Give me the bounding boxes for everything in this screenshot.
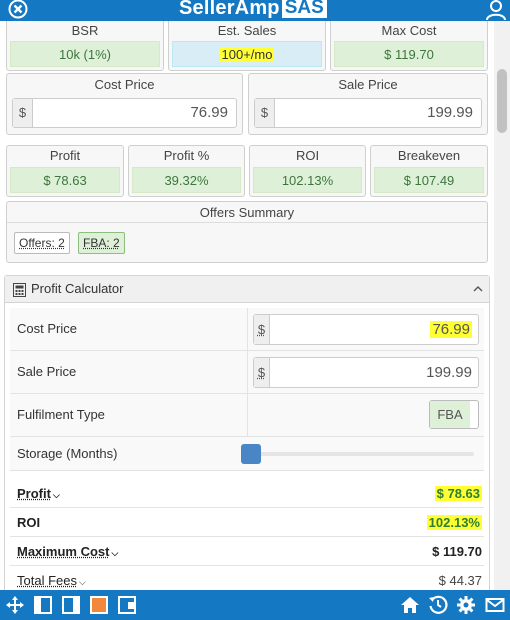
calc-cost-row: Cost Price $ 76.99 (10, 308, 484, 351)
brand-badge: SAS (281, 0, 327, 18)
sale-price-input[interactable]: $ 199.99 (254, 98, 482, 128)
result-profit-row[interactable]: Profit ⌵ $ 78.63 (10, 479, 484, 508)
fulfilment-toggle[interactable]: FBA (429, 400, 479, 429)
brand-logo: SellerAmp SAS (179, 0, 327, 20)
offers-summary: Offers Summary Offers: 2 FBA: 2 (6, 201, 488, 263)
result-roi-label: ROI (17, 515, 41, 530)
cost-price-input[interactable]: $ 76.99 (12, 98, 237, 128)
sale-price-card: Sale Price $ 199.99 (248, 73, 488, 135)
profit-label: Profit (49, 148, 81, 163)
calc-fulfilment-label: Fulfilment Type (17, 407, 105, 422)
bsr-value: 10k (1%) (10, 41, 160, 67)
close-icon[interactable] (6, 0, 30, 20)
content-area[interactable]: BSR 10k (1%) Est. Sales 100+/mo Max Cost… (0, 21, 494, 590)
profit-calculator-panel: Profit Calculator Cost Price $ 76.99 Sal… (4, 275, 490, 590)
result-max-cost-row[interactable]: Maximum Cost ⌵ $ 119.70 (10, 537, 484, 566)
panel-left-icon[interactable] (33, 595, 53, 615)
sale-price-value[interactable]: 199.99 (275, 99, 481, 127)
sale-price-label: Sale Price (338, 77, 398, 92)
result-max-cost-label[interactable]: Maximum Cost ⌵ (17, 537, 118, 568)
offers-summary-title: Offers Summary (7, 202, 487, 223)
calc-cost-input[interactable]: $ 76.99 (253, 314, 479, 345)
result-total-fees-label[interactable]: Total Fees ⌵ (17, 566, 86, 590)
profit-card: Profit $ 78.63 (6, 145, 124, 197)
fulfilment-value: FBA (430, 401, 470, 428)
calc-sale-row: Sale Price $ 199.99 (10, 351, 484, 394)
cost-price-card: Cost Price $ 76.99 (6, 73, 243, 135)
chevron-down-icon: ⌵ (52, 490, 60, 500)
result-profit-value: $ 78.63 (434, 486, 482, 501)
fba-count-button[interactable]: FBA: 2 (78, 232, 125, 254)
user-icon[interactable] (485, 0, 507, 20)
calc-sale-value[interactable]: 199.99 (270, 358, 478, 387)
mail-icon[interactable] (485, 595, 505, 615)
chevron-up-icon[interactable] (473, 284, 483, 294)
roi-label: ROI (295, 148, 320, 163)
settings-icon[interactable] (456, 595, 476, 615)
result-roi-value: 102.13% (426, 515, 482, 530)
currency-addon: $ (254, 315, 270, 344)
calc-sale-input[interactable]: $ 199.99 (253, 357, 479, 388)
profit-percent-label: Profit % (163, 148, 210, 163)
result-profit-label[interactable]: Profit ⌵ (17, 479, 60, 510)
profit-calculator-title: Profit Calculator (31, 281, 124, 296)
est-sales-label: Est. Sales (217, 23, 277, 38)
roi-value: 102.13% (253, 167, 362, 193)
storage-slider-track[interactable] (247, 452, 474, 456)
result-max-cost-value: $ 119.70 (432, 544, 482, 559)
panel-mini-icon[interactable] (117, 595, 137, 615)
max-cost-card: Max Cost $ 119.70 (330, 21, 488, 71)
bottom-toolbar (0, 590, 510, 620)
est-sales-card: Est. Sales 100+/mo (168, 21, 326, 71)
breakeven-value: $ 107.49 (374, 167, 484, 193)
profit-percent-card: Profit % 39.32% (128, 145, 245, 197)
profit-calculator-header[interactable]: Profit Calculator (5, 276, 489, 303)
calc-storage-label: Storage (Months) (17, 446, 118, 461)
result-total-fees-row[interactable]: Total Fees ⌵ $ 44.37 (10, 566, 484, 590)
storage-slider-handle[interactable] (241, 444, 261, 464)
offers-count-button[interactable]: Offers: 2 (14, 232, 70, 254)
offers-count-label: Offers: 2 (19, 236, 65, 250)
est-sales-value: 100+/mo (172, 41, 322, 67)
calculator-table: Cost Price $ 76.99 Sale Price $ 199.99 F… (10, 308, 484, 590)
profit-value: $ 78.63 (10, 167, 120, 193)
currency-addon: $ (13, 99, 33, 127)
max-cost-label: Max Cost (381, 23, 437, 38)
calc-storage-row: Storage (Months) (10, 437, 484, 471)
calc-cost-label: Cost Price (17, 321, 77, 336)
scrollbar-thumb[interactable] (497, 69, 507, 133)
fba-count-label: FBA: 2 (83, 236, 120, 250)
history-icon[interactable] (428, 595, 448, 615)
max-cost-value: $ 119.70 (334, 41, 484, 67)
app-header: SellerAmp SAS (0, 0, 510, 21)
breakeven-label: Breakeven (397, 148, 461, 163)
est-sales-text: 100+/mo (219, 47, 275, 62)
cost-price-label: Cost Price (94, 77, 155, 92)
bsr-label: BSR (71, 23, 99, 38)
calc-fulfilment-row: Fulfilment Type FBA (10, 394, 484, 437)
calculator-icon (13, 283, 26, 297)
panel-right-icon[interactable] (61, 595, 81, 615)
cost-price-value[interactable]: 76.99 (33, 99, 236, 127)
calc-cost-value[interactable]: 76.99 (270, 315, 478, 344)
home-icon[interactable] (400, 595, 420, 615)
chevron-down-icon: ⌵ (78, 577, 86, 587)
result-total-fees-value: $ 44.37 (438, 573, 482, 588)
chevron-down-icon: ⌵ (111, 548, 119, 558)
brand-name: SellerAmp (179, 0, 280, 19)
calc-cost-text: 76.99 (430, 321, 472, 338)
bsr-card: BSR 10k (1%) (6, 21, 164, 71)
profit-percent-value: 39.32% (132, 167, 241, 193)
breakeven-card: Breakeven $ 107.49 (370, 145, 488, 197)
vertical-scrollbar[interactable] (494, 21, 510, 590)
currency-addon: $ (254, 358, 270, 387)
move-icon[interactable] (5, 595, 25, 615)
result-roi-row: ROI 102.13% (10, 508, 484, 537)
currency-addon: $ (255, 99, 275, 127)
roi-card: ROI 102.13% (249, 145, 366, 197)
panel-active-icon[interactable] (89, 595, 109, 615)
calc-sale-label: Sale Price (17, 364, 77, 379)
